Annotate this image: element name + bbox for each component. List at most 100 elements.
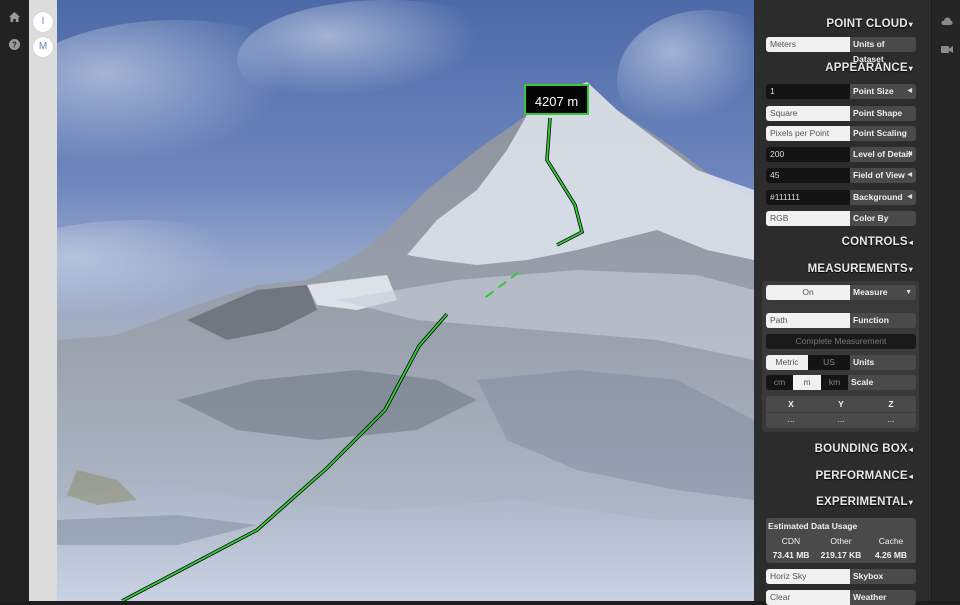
complete-measurement-button[interactable]: Complete Measurement [766,334,916,349]
label-text: Measure [853,287,888,297]
skybox-row[interactable]: Horiz Sky Skybox [766,569,916,584]
caret-left-icon[interactable]: ◀ [907,168,912,183]
point-shape-value[interactable]: Square [766,106,850,121]
data-usage-title: Estimated Data Usage [768,521,858,531]
coord-header-x: X [788,399,794,409]
point-size-label: Point Size ◀ [850,84,916,99]
caret-left-icon[interactable]: ◀ [907,190,912,205]
field-of-view-label: Field of View ◀ [850,168,916,183]
section-title: POINT CLOUD [826,18,908,30]
units-of-dataset-label: Units of Dataset [850,37,916,64]
chevron-down-icon: ▾ [908,64,913,73]
label-text: Background [853,192,903,202]
usage-value-other: 219.17 KB [820,550,862,560]
skybox-label: Skybox [850,569,916,584]
background-label: Background ◀ [850,190,916,205]
level-of-detail-row[interactable]: 200 Level of Detail ◀ [766,147,916,162]
usage-value-cdn: 73.41 MB [772,550,810,560]
section-title: EXPERIMENTAL [816,496,908,508]
data-usage-box: Estimated Data Usage CDN Other Cache 73.… [766,518,916,563]
weather-row[interactable]: Clear Weather [766,590,916,605]
weather-value[interactable]: Clear [766,590,850,605]
coordinates-readout: X Y Z ... ... ... [766,396,916,428]
section-title: APPEARANCE [825,62,908,74]
label-text: Point Size [853,86,894,96]
point-size-value[interactable]: 1 [766,84,850,99]
color-by-label: Color By [850,211,916,226]
section-performance[interactable]: PERFORMANCE◂ [815,470,913,482]
point-shape-row[interactable]: Square Point Shape [766,106,916,121]
scale-cm-option[interactable]: cm [766,375,793,390]
section-appearance[interactable]: APPEARANCE▾ [825,62,913,74]
units-metric-option[interactable]: Metric [766,355,808,370]
section-point-cloud[interactable]: POINT CLOUD▾ [826,18,913,30]
units-label-row: Units [850,355,916,370]
left-toolbar: ? [0,0,29,601]
section-bounding-box[interactable]: BOUNDING BOX◂ [815,443,913,455]
usage-header-cache: Cache [878,536,904,546]
chevron-left-icon: ◂ [908,238,913,247]
cloud [237,0,537,120]
point-scaling-row[interactable]: Pixels per Point Point Scaling [766,126,916,141]
section-controls[interactable]: CONTROLS◂ [842,236,913,248]
scale-km-option[interactable]: km [821,375,848,390]
units-us-option[interactable]: US [808,355,850,370]
coord-header-z: Z [888,399,894,409]
video-camera-icon[interactable] [941,41,953,53]
divider [766,412,916,413]
field-of-view-row[interactable]: 45 Field of View ◀ [766,168,916,183]
info-toggle-button[interactable]: I [33,12,53,32]
color-by-value[interactable]: RGB [766,211,850,226]
level-of-detail-label: Level of Detail ◀ [850,147,916,162]
cloud-icon[interactable] [941,13,953,25]
caret-left-icon[interactable]: ◀ [907,147,912,162]
measure-row[interactable]: On Measure ▼ [766,285,916,300]
mountain-scene [57,0,754,601]
measure-toggle-button[interactable]: M [33,37,53,57]
field-of-view-value[interactable]: 45 [766,168,850,183]
section-title: PERFORMANCE [815,470,908,482]
label-text: Field of View [853,170,905,180]
color-by-row[interactable]: RGB Color By [766,211,916,226]
weather-label: Weather [850,590,916,605]
coord-header-y: Y [838,399,844,409]
background-value[interactable]: #111111 [766,190,850,205]
skybox-value[interactable]: Horiz Sky [766,569,850,584]
section-title: MEASUREMENTS [807,263,908,275]
chevron-down-icon: ▾ [908,265,913,274]
function-value[interactable]: Path [766,313,850,328]
section-title: CONTROLS [841,236,908,248]
point-size-row[interactable]: 1 Point Size ◀ [766,84,916,99]
measure-dropdown[interactable]: Measure ▼ [850,285,916,300]
home-icon[interactable] [8,11,21,24]
chevron-down-icon: ▼ [905,289,912,296]
point-scaling-value[interactable]: Pixels per Point [766,126,850,141]
right-toolbar [931,0,960,601]
scale-m-option[interactable]: m [793,375,821,390]
overlay-toggle-strip: I M [29,0,57,601]
measurement-label: 4207 m [524,84,589,115]
chevron-left-icon: ◂ [908,445,913,454]
background-row[interactable]: #111111 Background ◀ [766,190,916,205]
settings-panel: POINT CLOUD▾ Meters Units of Dataset APP… [754,0,931,605]
section-measurements[interactable]: MEASUREMENTS▾ [808,263,913,275]
point-cloud-viewport[interactable]: 4207 m [57,0,754,601]
chevron-down-icon: ▾ [908,20,913,29]
measure-toggle-value[interactable]: On [766,285,850,300]
function-row[interactable]: Path Function [766,313,916,328]
help-icon[interactable]: ? [8,38,21,51]
function-label: Function [850,313,916,328]
label-text: Level of Detail [853,149,911,159]
caret-left-icon[interactable]: ◀ [907,84,912,99]
scale-label-row: Scale [848,375,916,390]
level-of-detail-value[interactable]: 200 [766,147,850,162]
coord-value-z: ... [887,414,895,424]
usage-value-cache: 4.26 MB [874,550,908,560]
units-label: Units [850,355,916,370]
units-of-dataset-row[interactable]: Meters Units of Dataset [766,37,916,64]
scale-label: Scale [848,375,916,390]
units-of-dataset-value[interactable]: Meters [766,37,850,52]
point-shape-label: Point Shape [850,106,916,121]
section-experimental[interactable]: EXPERIMENTAL▾ [816,496,913,508]
coord-value-y: ... [837,414,845,424]
